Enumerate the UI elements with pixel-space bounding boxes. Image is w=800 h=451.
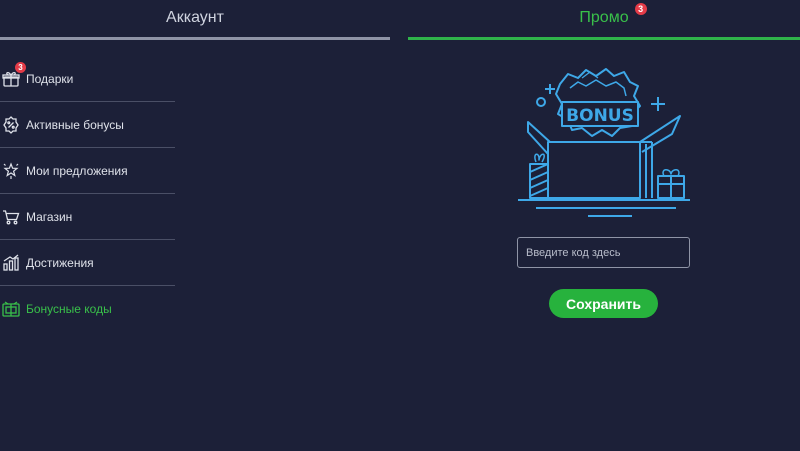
promo-code-input[interactable] — [517, 237, 690, 268]
menu-item-label: Бонусные коды — [26, 302, 112, 316]
tab-promo-badge: 3 — [634, 3, 647, 15]
achievements-chart-icon — [2, 253, 20, 272]
menu-item-shop[interactable]: Магазин — [0, 194, 175, 240]
bonus-text: BONUS — [566, 106, 634, 126]
offers-star-icon — [2, 161, 20, 180]
tab-account-label: Аккаунт — [166, 9, 224, 26]
gifts-badge: 3 — [15, 61, 26, 73]
menu-item-my-offers[interactable]: Мои предложения — [0, 148, 175, 194]
tab-account[interactable]: Аккаунт — [0, 0, 390, 40]
menu-item-bonus-codes[interactable]: Бонусные коды — [0, 286, 175, 332]
bonus-box-illustration: BONUS — [518, 68, 690, 217]
bonus-badge-icon — [2, 115, 20, 134]
top-tabs: Аккаунт Промо 3 — [0, 0, 800, 40]
tab-promo[interactable]: Промо 3 — [408, 0, 800, 40]
menu-item-label: Активные бонусы — [26, 117, 124, 132]
gift-icon: 3 — [2, 61, 26, 88]
menu-item-label: Подарки — [26, 71, 74, 86]
menu-item-achievements[interactable]: Достижения — [0, 240, 175, 286]
menu-item-active-bonuses[interactable]: Активные бонусы — [0, 102, 175, 148]
side-menu: 3 Подарки Активные бонусы Мои предложени… — [0, 56, 175, 332]
tab-promo-label-wrap: Промо 3 — [579, 0, 647, 36]
save-button[interactable]: Сохранить — [549, 289, 658, 318]
cart-icon — [2, 208, 20, 226]
menu-item-label: Достижения — [26, 255, 94, 270]
tab-promo-label: Промо — [579, 9, 629, 26]
menu-item-gifts[interactable]: 3 Подарки — [0, 56, 175, 102]
menu-item-label: Магазин — [26, 209, 73, 224]
menu-item-label: Мои предложения — [26, 163, 128, 178]
bonus-code-icon — [2, 300, 20, 318]
